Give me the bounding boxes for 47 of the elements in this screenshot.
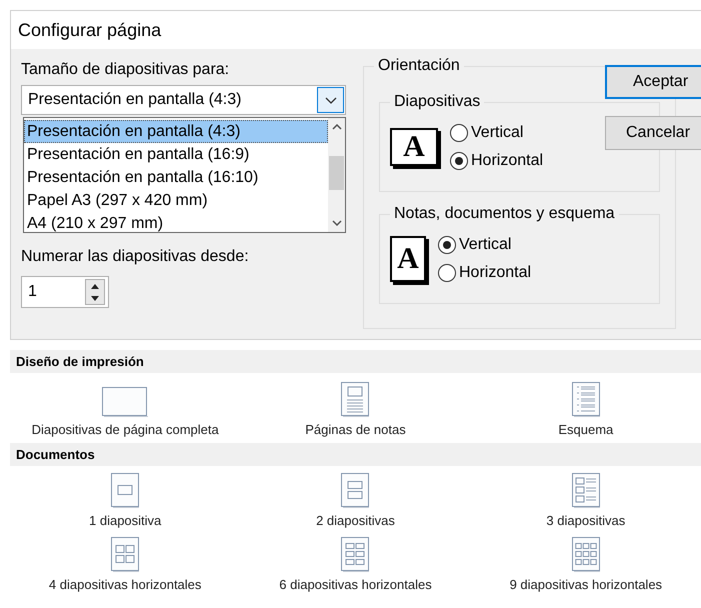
radio-option[interactable]: Vertical <box>450 124 544 142</box>
icon-letter: A <box>403 132 425 162</box>
dropdown-button[interactable] <box>317 87 344 113</box>
window-title: Configurar página <box>18 20 162 40</box>
layout-option[interactable]: 4 diapositivas horizontales <box>10 530 240 594</box>
start-number-field[interactable]: 1 <box>21 276 109 308</box>
radio-option[interactable]: Vertical <box>438 236 532 254</box>
dropdown-option[interactable]: A4 (210 x 297 mm) <box>24 212 328 235</box>
icon-letter: A <box>397 244 419 274</box>
subgroup-title: Diapositivas <box>390 93 484 111</box>
scrollbar-thumb[interactable] <box>329 156 344 190</box>
radio-option[interactable]: Horizontal <box>450 152 544 170</box>
dropdown-option[interactable]: Presentación en pantalla (16:10) <box>24 166 328 189</box>
scroll-up-icon <box>332 124 342 130</box>
layout-option[interactable]: 2 diapositivas <box>240 466 471 530</box>
one-slide-page-icon <box>110 472 140 509</box>
notes-page-icon <box>340 381 370 418</box>
six-slide-page-icon <box>340 536 370 573</box>
subgroup-title: Notas, documentos y esquema <box>390 205 619 223</box>
dropdown-option[interactable]: Presentación en pantalla (16:9) <box>24 143 328 166</box>
slide-size-label: Tamaño de diapositivas para: <box>21 61 230 79</box>
two-slide-page-icon <box>340 472 370 509</box>
four-slide-page-icon <box>110 536 140 573</box>
cancel-button[interactable]: Cancelar <box>605 116 701 150</box>
ok-button[interactable]: Aceptar <box>605 65 701 99</box>
radio-option[interactable]: Horizontal <box>438 264 532 282</box>
layout-option[interactable]: Páginas de notas <box>240 373 471 443</box>
layout-option[interactable]: 9 diapositivas horizontales <box>470 530 701 594</box>
outline-page-icon <box>570 381 601 418</box>
scrollbar[interactable] <box>328 118 345 232</box>
dropdown-option[interactable]: Presentación en pantalla (4:3) <box>24 120 328 143</box>
spin-buttons[interactable] <box>85 279 105 305</box>
slide-layout-icon <box>101 386 150 418</box>
nine-slide-page-icon <box>570 536 601 573</box>
layout-option[interactable]: 6 diapositivas horizontales <box>240 530 471 594</box>
chevron-down-icon <box>324 96 336 104</box>
numbering-label: Numerar las diapositivas desde: <box>21 248 249 266</box>
three-slide-page-icon <box>570 472 601 509</box>
layout-option[interactable]: Diapositivas de página completa <box>10 373 240 443</box>
slide-size-dropdown[interactable]: Presentación en pantalla (4:3) <box>21 85 346 115</box>
dropdown-option[interactable]: Papel A3 (297 x 420 mm) <box>24 189 328 212</box>
scroll-down-icon <box>332 220 342 226</box>
layout-option[interactable]: 3 diapositivas <box>470 466 701 530</box>
section-header: Documentos <box>10 443 701 466</box>
layout-option[interactable]: Esquema <box>470 373 701 443</box>
section-header: Diseño de impresión <box>10 350 701 373</box>
layout-option[interactable]: 1 diapositiva <box>10 466 240 530</box>
